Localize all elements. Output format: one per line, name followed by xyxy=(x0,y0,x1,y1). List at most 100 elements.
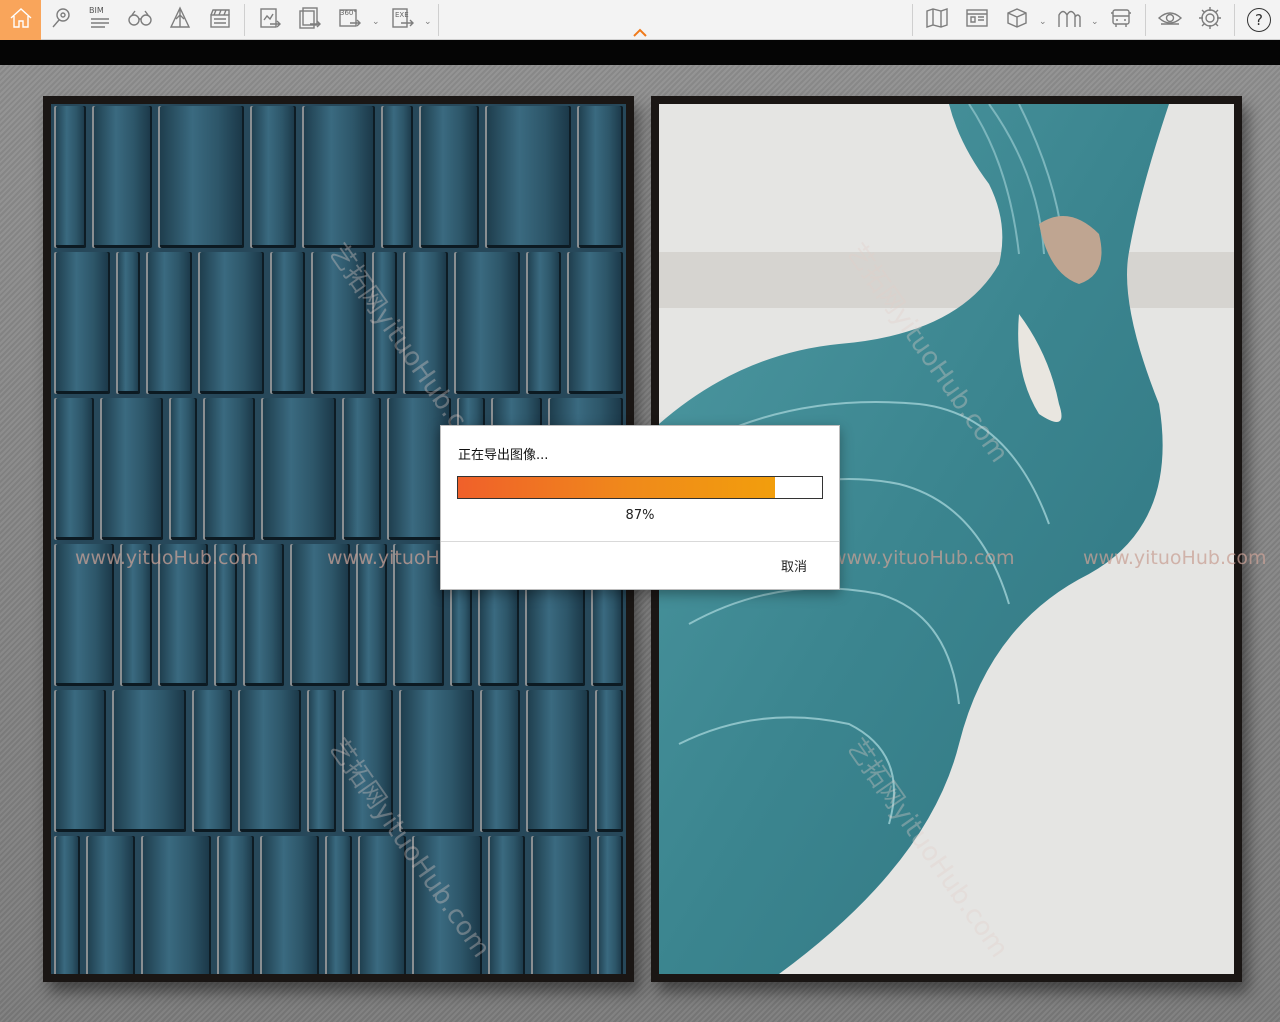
watermark-text: www.yituoHub.com xyxy=(75,547,259,569)
location-button[interactable] xyxy=(42,0,80,40)
toolbar-separator xyxy=(438,4,439,36)
help-button[interactable]: ? xyxy=(1240,0,1278,40)
export-batch-icon xyxy=(296,5,322,35)
bim-label: BIM xyxy=(89,6,104,15)
pyramid-icon xyxy=(167,5,193,35)
toolbar-separator xyxy=(244,4,245,36)
tile xyxy=(325,836,352,974)
tile xyxy=(157,106,245,248)
bus-icon xyxy=(1108,5,1134,35)
export-exe-icon: EXE xyxy=(389,5,415,35)
tile xyxy=(238,690,302,832)
tile xyxy=(567,252,624,394)
tile xyxy=(192,690,233,832)
arches-dropdown-caret[interactable]: ⌄ xyxy=(1091,17,1099,27)
toolbar-separator xyxy=(912,4,913,36)
tile xyxy=(260,398,336,540)
tile xyxy=(380,106,414,248)
tile xyxy=(115,252,141,394)
progress-fill xyxy=(458,477,775,498)
tile xyxy=(525,690,589,832)
tile xyxy=(54,106,87,248)
tile xyxy=(341,398,382,540)
tile xyxy=(260,836,320,974)
tile-row xyxy=(51,834,626,974)
settings-button[interactable] xyxy=(1191,0,1229,40)
tile xyxy=(54,252,110,394)
tile xyxy=(216,836,255,974)
cube-icon xyxy=(1004,5,1030,35)
watermark-text: www.yituoHub.com xyxy=(831,547,1015,569)
tile xyxy=(54,836,81,974)
tile xyxy=(197,252,264,394)
home-button[interactable] xyxy=(0,0,41,40)
tile xyxy=(146,252,192,394)
bim-button[interactable]: BIM xyxy=(81,0,119,40)
export-progress-dialog: 正在导出图像... 87% 取消 xyxy=(440,425,840,590)
toolbar-separator xyxy=(1234,4,1235,36)
tile xyxy=(399,690,474,832)
binoculars-icon xyxy=(127,5,153,35)
map-icon xyxy=(924,5,950,35)
export-exe-button[interactable]: EXE xyxy=(383,0,421,40)
cancel-button[interactable]: 取消 xyxy=(781,556,807,575)
help-icon: ? xyxy=(1247,8,1271,32)
eye-icon xyxy=(1157,5,1183,35)
arches-icon xyxy=(1056,5,1082,35)
arches-button[interactable] xyxy=(1050,0,1088,40)
tile xyxy=(577,106,624,248)
tile xyxy=(203,398,255,540)
export-exe-dropdown-caret[interactable]: ⌄ xyxy=(424,17,432,27)
dialog-title: 正在导出图像... xyxy=(458,448,549,463)
export-exe-label: EXE xyxy=(395,11,409,19)
map-pin-icon xyxy=(48,5,74,35)
tile xyxy=(484,106,572,248)
watermark-text: www.yituoHub.com xyxy=(1083,547,1267,569)
export-360-button[interactable]: 360° xyxy=(330,0,368,40)
tile xyxy=(54,398,94,540)
clapperboard-icon xyxy=(207,5,233,35)
toolbar-separator xyxy=(1145,4,1146,36)
export-progress-bar xyxy=(457,476,823,499)
tile xyxy=(488,836,526,974)
viewport-top-bar xyxy=(0,40,1280,65)
tile xyxy=(250,106,297,248)
export-360-label: 360° xyxy=(340,9,357,17)
floorplan-icon xyxy=(964,5,990,35)
main-toolbar: BIM 360° ⌄ EXE ⌄ ⌄ ⌄ ? xyxy=(0,0,1280,40)
export-image-button[interactable] xyxy=(250,0,288,40)
home-icon xyxy=(8,5,34,35)
animation-button[interactable] xyxy=(201,0,239,40)
export-360-icon: 360° xyxy=(336,5,362,35)
progress-percent: 87% xyxy=(625,508,655,523)
gear-icon xyxy=(1197,5,1223,35)
floorplan-button[interactable] xyxy=(958,0,996,40)
tile xyxy=(302,106,375,248)
export-360-dropdown-caret[interactable]: ⌄ xyxy=(372,17,380,27)
tile xyxy=(419,106,479,248)
tile xyxy=(454,252,521,394)
vehicle-button[interactable] xyxy=(1102,0,1140,40)
tile xyxy=(596,836,623,974)
model-dropdown-caret[interactable]: ⌄ xyxy=(1039,17,1047,27)
tile xyxy=(99,398,163,540)
view-button[interactable] xyxy=(121,0,159,40)
model-button[interactable] xyxy=(998,0,1036,40)
tile xyxy=(111,690,187,832)
tile xyxy=(531,836,591,974)
tile xyxy=(169,398,198,540)
tile xyxy=(140,836,211,974)
export-batch-button[interactable] xyxy=(290,0,328,40)
tile xyxy=(86,836,135,974)
visibility-button[interactable] xyxy=(1151,0,1189,40)
tile xyxy=(526,252,562,394)
export-image-icon xyxy=(256,5,282,35)
structure-button[interactable] xyxy=(161,0,199,40)
collapse-toolbar-button[interactable] xyxy=(630,24,650,37)
tile xyxy=(54,690,106,832)
tile xyxy=(269,252,305,394)
tile xyxy=(594,690,623,832)
tile-row xyxy=(51,104,626,250)
dialog-divider xyxy=(441,541,839,542)
map-button[interactable] xyxy=(918,0,956,40)
